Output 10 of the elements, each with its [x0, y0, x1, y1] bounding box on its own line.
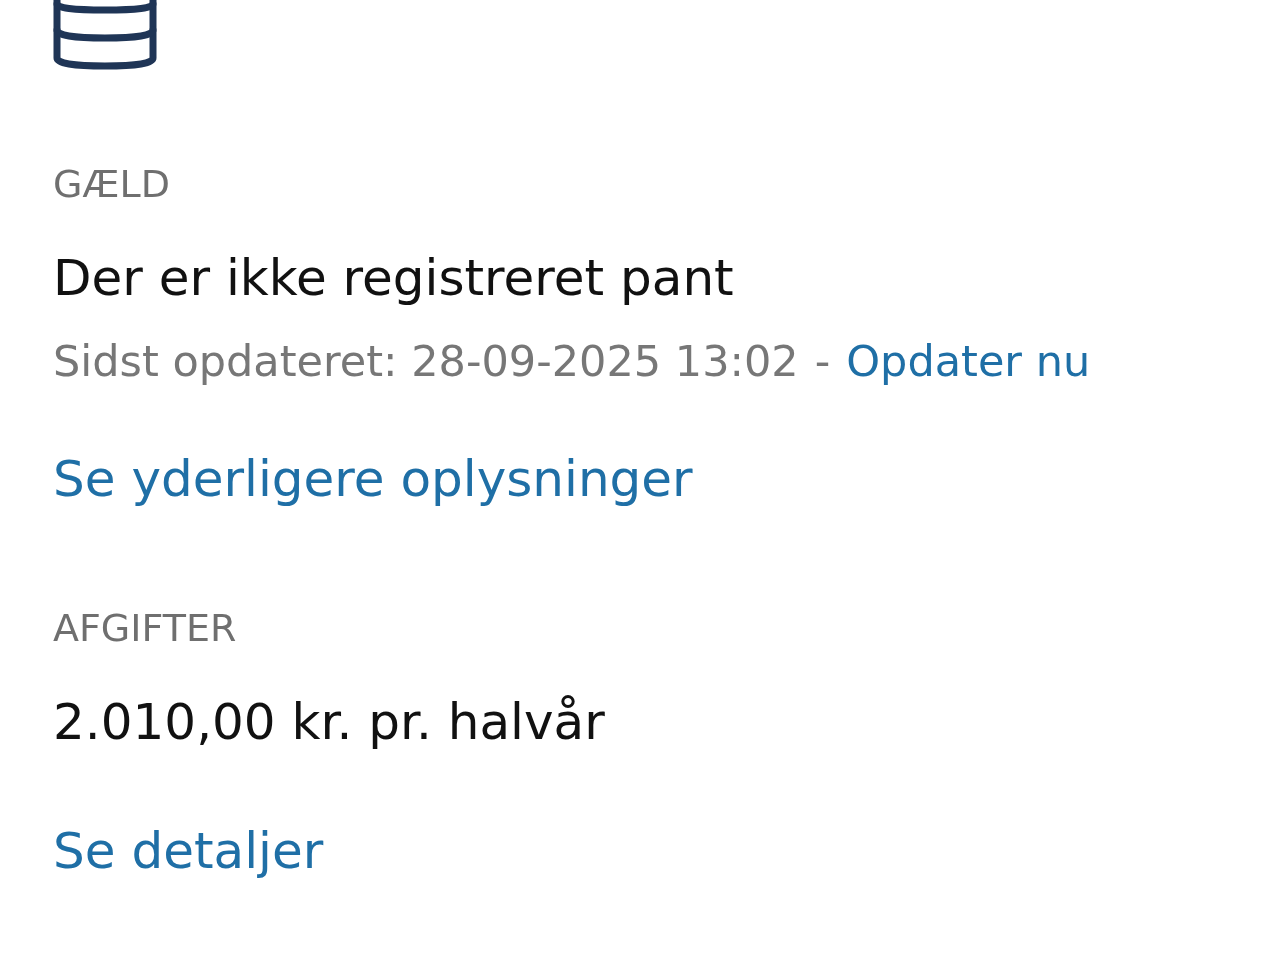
- last-updated-text: Sidst opdateret: 28-09-2025 13:02: [53, 336, 799, 386]
- details-link[interactable]: Se yderligere oplysninger: [53, 450, 693, 508]
- update-now-link[interactable]: Opdater nu: [846, 336, 1091, 386]
- section-value: Der er ikke registreret pant: [53, 248, 734, 308]
- section-value: 2.010,00 kr. pr. halvår: [53, 692, 605, 752]
- section-label: AFGIFTER: [53, 605, 237, 652]
- details-link[interactable]: Se detaljer: [53, 822, 324, 880]
- separator-text: -: [814, 336, 831, 386]
- coin-stack-icon: [53, 0, 157, 72]
- section-label: GÆLD: [53, 161, 170, 208]
